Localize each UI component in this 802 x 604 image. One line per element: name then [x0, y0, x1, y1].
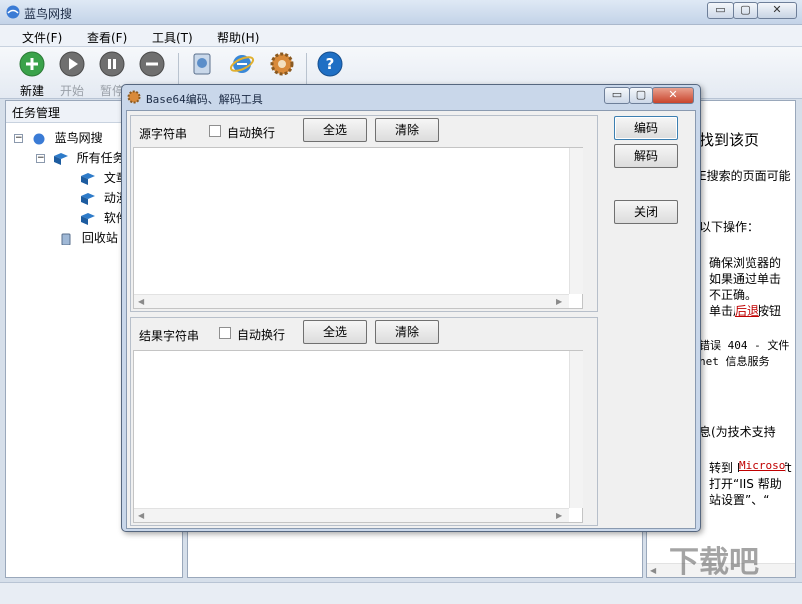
- start-button[interactable]: 开始: [52, 51, 92, 98]
- dialog-minimize-button[interactable]: ▭: [604, 87, 630, 104]
- collapse-icon[interactable]: −: [36, 154, 45, 163]
- close-dialog-button[interactable]: 关闭: [614, 200, 678, 224]
- menu-file[interactable]: 文件(F): [22, 29, 62, 46]
- new-button[interactable]: 新建: [12, 51, 52, 98]
- minus-icon: [139, 51, 165, 77]
- page-text: 以下操作：: [699, 220, 760, 234]
- menu-view[interactable]: 查看(F): [87, 29, 127, 46]
- scroll-left-icon[interactable]: ◀: [138, 511, 144, 520]
- tree-item-recycle[interactable]: 回收站: [58, 229, 118, 247]
- result-group: 结果字符串 自动换行 全选 清除 ◀ ▶: [130, 317, 598, 526]
- result-textarea[interactable]: [133, 350, 583, 523]
- page-text: 息(为技术支持: [699, 425, 776, 439]
- result-vertical-scrollbar[interactable]: [569, 351, 583, 508]
- source-horizontal-scrollbar[interactable]: ◀ ▶: [134, 294, 569, 308]
- page-text: net 信息服务: [699, 355, 770, 368]
- source-label: 源字符串: [139, 127, 188, 141]
- result-autowrap-checkbox[interactable]: [219, 327, 231, 339]
- base64-dialog: Base64编码、解码工具 ▭ ▢ ✕ 源字符串 自动换行 全选 清除 ◀ ▶ …: [121, 84, 701, 532]
- browser-icon: [229, 55, 255, 73]
- menu-tools[interactable]: 工具(T): [152, 29, 193, 46]
- close-button[interactable]: ✕: [757, 2, 797, 19]
- source-vertical-scrollbar[interactable]: [569, 148, 583, 294]
- source-clear-button[interactable]: 清除: [375, 118, 439, 142]
- start-label: 开始: [59, 84, 84, 98]
- encode-button[interactable]: 编码: [614, 116, 678, 140]
- folder-icon: [81, 212, 95, 225]
- document-icon: [193, 53, 211, 75]
- decode-button[interactable]: 解码: [614, 144, 678, 168]
- minimize-button[interactable]: ▭: [707, 2, 734, 19]
- maximize-button[interactable]: ▢: [733, 2, 758, 19]
- dialog-titlebar: Base64编码、解码工具 ▭ ▢ ✕: [122, 85, 700, 109]
- page-text: 不正确。: [709, 288, 758, 302]
- svg-text:?: ?: [326, 55, 335, 73]
- back-link[interactable]: 后退: [735, 302, 760, 319]
- result-select-all-button[interactable]: 全选: [303, 320, 367, 344]
- page-heading: 找到该页: [699, 131, 760, 149]
- status-bar: [0, 582, 802, 604]
- globe-icon: [33, 133, 45, 144]
- dialog-body: 源字符串 自动换行 全选 清除 ◀ ▶ 结果字符串 自动换行 全选 清除 ◀ ▶: [126, 110, 696, 529]
- tree-item-all-tasks[interactable]: − 所有任务: [36, 149, 125, 167]
- result-label: 结果字符串: [139, 329, 200, 343]
- microsoft-link[interactable]: Microso: [739, 459, 786, 472]
- menubar: 文件(F) 查看(F) 工具(T) 帮助(H): [0, 25, 802, 47]
- page-text: 打开“IIS 帮助: [709, 477, 782, 491]
- play-icon: [59, 51, 85, 77]
- source-group: 源字符串 自动换行 全选 清除 ◀ ▶: [130, 115, 598, 312]
- folder-icon: [81, 172, 95, 185]
- page-text: 站设置”、“: [709, 493, 770, 507]
- scroll-left-icon[interactable]: ◀: [138, 297, 144, 306]
- result-autowrap-label: 自动换行: [237, 328, 286, 342]
- scroll-right-icon[interactable]: ▶: [556, 511, 562, 520]
- source-select-all-button[interactable]: 全选: [303, 118, 367, 142]
- window-title: 蓝鸟网搜: [24, 7, 73, 21]
- scroll-right-icon[interactable]: ▶: [556, 297, 562, 306]
- page-text: E搜索的页面可能: [699, 169, 791, 183]
- dialog-maximize-button[interactable]: ▢: [629, 87, 653, 104]
- new-label: 新建: [19, 84, 44, 98]
- page-text: 确保浏览器的: [709, 256, 782, 270]
- dialog-close-button[interactable]: ✕: [652, 87, 694, 104]
- pause-icon: [99, 51, 125, 77]
- plus-icon: [19, 51, 45, 77]
- recycle-bin-icon: [61, 233, 71, 245]
- help-icon: ?: [317, 51, 343, 77]
- folder-icon: [53, 152, 68, 165]
- collapse-icon[interactable]: −: [14, 134, 23, 143]
- result-horizontal-scrollbar[interactable]: ◀ ▶: [134, 508, 569, 522]
- page-text: 如果通过单击: [709, 272, 782, 286]
- dialog-title: Base64编码、解码工具: [146, 93, 263, 106]
- result-clear-button[interactable]: 清除: [375, 320, 439, 344]
- folder-icon: [81, 192, 95, 205]
- page-text: 错误 404 - 文件: [699, 339, 790, 352]
- watermark: 下载吧: [669, 545, 759, 578]
- source-autowrap-label: 自动换行: [227, 126, 276, 140]
- tree-item-root[interactable]: − 蓝鸟网搜: [14, 129, 103, 147]
- app-icon: [6, 5, 20, 19]
- source-textarea[interactable]: [133, 147, 583, 309]
- gear-icon: [270, 52, 294, 76]
- source-autowrap-checkbox[interactable]: [209, 125, 221, 137]
- gear-icon: [127, 90, 141, 104]
- menu-help[interactable]: 帮助(H): [217, 29, 259, 46]
- main-titlebar: 蓝鸟网搜 ▭ ▢ ✕: [0, 0, 802, 25]
- scroll-left-icon[interactable]: ◀: [650, 566, 656, 575]
